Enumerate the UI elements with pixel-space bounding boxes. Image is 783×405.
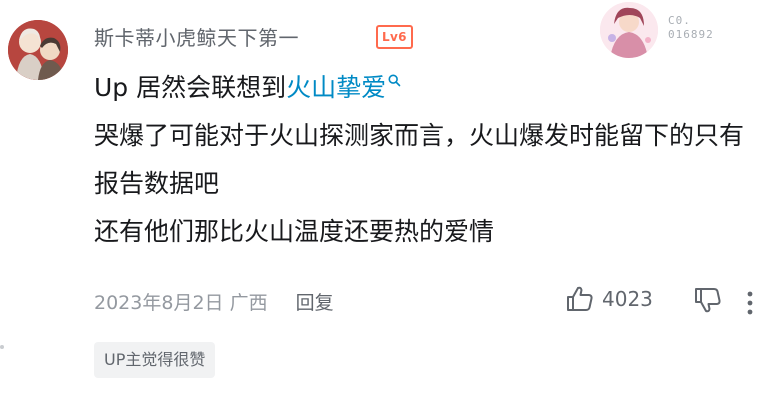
level-badge: Lv6	[376, 25, 413, 49]
divider-dot	[0, 345, 4, 349]
like-count: 4023	[602, 287, 653, 311]
content-line: 还有他们那比火山温度还要热的爱情	[94, 217, 495, 246]
up-liked-badge: UP主觉得很赞	[94, 342, 216, 378]
decoration-code: C0. 016892	[668, 14, 714, 41]
comment-meta: 2023年8月2日 广西 回复	[94, 288, 334, 315]
comment-content: Up 居然会联想到火山挚爱 哭爆了可能对于火山探测家而言，火山爆发时能留下的只有…	[94, 64, 754, 256]
content-line: Up 居然会联想到火山挚爱	[94, 64, 754, 112]
username[interactable]: 斯卡蒂小虎鲸天下第一	[94, 22, 299, 51]
comment-date: 2023年8月2日	[94, 292, 224, 314]
avatar[interactable]	[8, 20, 68, 80]
like-button[interactable]: 4023	[566, 286, 653, 312]
dislike-button[interactable]	[694, 287, 722, 317]
comment-location: 广西	[229, 292, 268, 314]
search-keyword-link[interactable]: 火山挚爱	[286, 73, 401, 102]
thumbs-up-icon[interactable]	[566, 286, 594, 312]
search-icon[interactable]	[388, 74, 401, 87]
content-line: 哭爆了可能对于火山探测家而言，火山爆发时能留下的只有报告数据吧	[94, 121, 745, 198]
content-prefix: Up 居然会联想到	[94, 73, 287, 102]
level-text: Lv6	[382, 30, 407, 44]
reply-button[interactable]: 回复	[296, 292, 334, 314]
more-button[interactable]	[746, 290, 754, 320]
thumbs-down-icon[interactable]	[694, 287, 722, 313]
link-text[interactable]: 火山挚爱	[286, 73, 386, 102]
decoration-card-image	[600, 2, 658, 58]
more-icon[interactable]	[746, 290, 754, 316]
